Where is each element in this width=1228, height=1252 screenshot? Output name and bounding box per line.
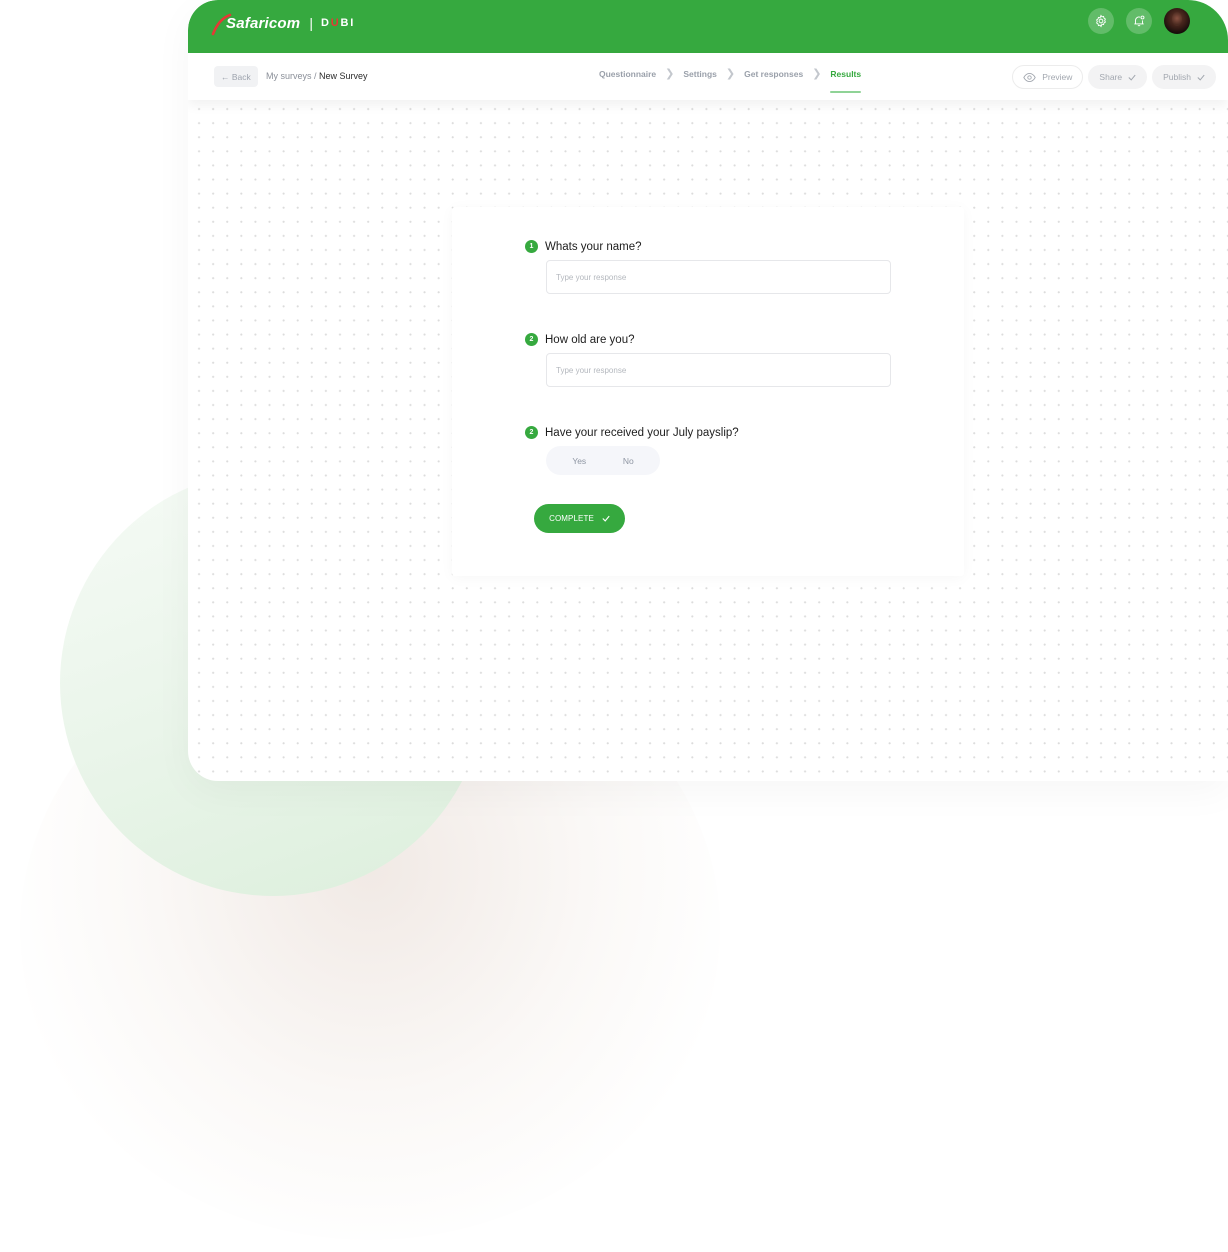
- question-text: How old are you?: [545, 333, 635, 346]
- complete-label: COMPLETE: [549, 514, 594, 523]
- step-settings[interactable]: Settings: [683, 69, 717, 93]
- breadcrumb-separator: /: [311, 71, 320, 81]
- preview-label: Preview: [1042, 72, 1073, 82]
- top-actions: [1088, 8, 1190, 34]
- name-response-input[interactable]: [546, 260, 891, 294]
- question-number-badge: 2: [525, 333, 538, 346]
- product-name: DUBI: [321, 17, 355, 29]
- question-number-badge: 2: [525, 426, 538, 439]
- notifications-button[interactable]: [1126, 8, 1152, 34]
- safaricom-swoosh-icon: [210, 12, 232, 36]
- option-no[interactable]: No: [615, 452, 642, 470]
- survey-steps: Questionnaire ❯ Settings ❯ Get responses…: [599, 67, 861, 94]
- back-button[interactable]: ← Back: [214, 66, 258, 87]
- settings-button[interactable]: [1088, 8, 1114, 34]
- question-3: 2 Have your received your July payslip? …: [525, 426, 739, 475]
- bell-icon: [1134, 15, 1145, 27]
- chevron-right-icon: ❯: [812, 68, 822, 80]
- check-icon: [602, 515, 610, 522]
- question-text: Have your received your July payslip?: [545, 426, 739, 439]
- brand-separator: |: [309, 15, 313, 31]
- publish-label: Publish: [1163, 72, 1191, 82]
- survey-toolbar: ← Back My surveys / New Survey Questionn…: [188, 53, 1228, 100]
- breadcrumb-current: New Survey: [319, 71, 368, 81]
- publish-button[interactable]: Publish: [1152, 65, 1216, 89]
- gear-icon: [1096, 14, 1106, 28]
- app-window: Safaricom | DUBI ← Back My surveys / New…: [188, 0, 1228, 781]
- user-avatar[interactable]: [1164, 8, 1190, 34]
- check-icon: [1128, 74, 1136, 81]
- question-text: Whats your name?: [545, 240, 642, 253]
- step-get-responses[interactable]: Get responses: [744, 69, 803, 93]
- survey-actions: Preview Share Publish: [1012, 65, 1216, 89]
- top-navbar: Safaricom | DUBI: [188, 0, 1228, 53]
- brand-name: Safaricom: [226, 14, 301, 32]
- chevron-right-icon: ❯: [665, 68, 675, 80]
- question-label: 1 Whats your name?: [525, 240, 891, 253]
- chevron-right-icon: ❯: [725, 68, 736, 80]
- question-2: 2 How old are you?: [525, 333, 891, 387]
- share-button[interactable]: Share: [1088, 65, 1148, 89]
- eye-icon: [1023, 72, 1036, 82]
- breadcrumb: My surveys / New Survey: [266, 71, 368, 81]
- preview-button[interactable]: Preview: [1012, 65, 1084, 89]
- complete-button[interactable]: COMPLETE: [534, 504, 625, 533]
- option-yes[interactable]: Yes: [564, 452, 594, 470]
- question-1: 1 Whats your name?: [525, 240, 891, 294]
- product-name-prefix: D: [320, 17, 331, 29]
- question-label: 2 How old are you?: [525, 333, 891, 346]
- question-number-badge: 1: [525, 240, 538, 253]
- share-label: Share: [1099, 72, 1123, 82]
- brand-logo[interactable]: Safaricom | DUBI: [210, 12, 355, 36]
- question-label: 2 Have your received your July payslip?: [525, 426, 739, 439]
- step-results[interactable]: Results: [830, 69, 861, 93]
- check-icon: [1197, 74, 1205, 81]
- breadcrumb-parent[interactable]: My surveys: [266, 71, 312, 81]
- product-name-suffix: BI: [340, 17, 356, 29]
- age-response-input[interactable]: [546, 353, 891, 387]
- yes-no-toggle: Yes No: [546, 446, 660, 475]
- survey-preview-card: 1 Whats your name? 2 How old are you? 2 …: [452, 207, 964, 576]
- step-questionnaire[interactable]: Questionnaire: [599, 69, 656, 93]
